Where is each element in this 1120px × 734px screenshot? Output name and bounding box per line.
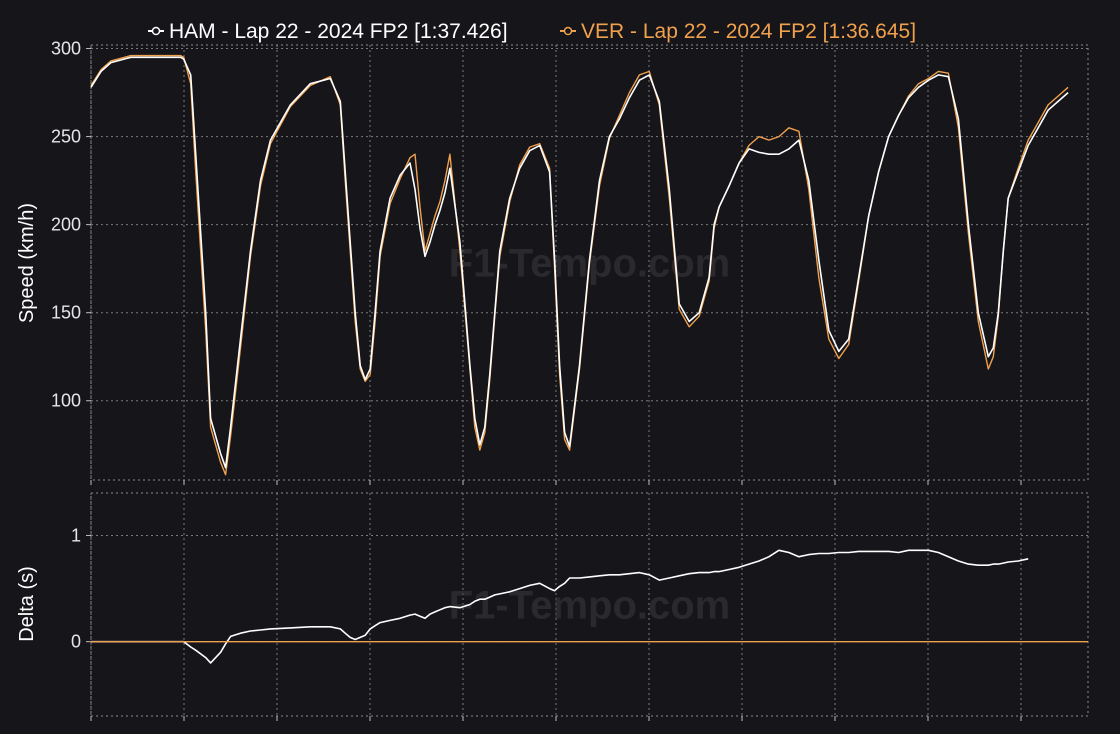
chart-canvas: HAM - Lap 22 - 2024 FP2 [1:37.426] VER - … <box>16 20 1089 721</box>
legend: HAM - Lap 22 - 2024 FP2 [1:37.426] VER - … <box>148 20 916 43</box>
legend-marker-dot-1 <box>151 26 161 36</box>
delta-watermark: F1-Tempo.com <box>449 584 731 628</box>
delta-y-axis-title: Delta (s) <box>16 566 38 642</box>
delta-y-tick-label-2: 1 <box>71 525 81 545</box>
legend-marker-dot-2 <box>563 26 573 36</box>
speed-panel: 100150200250300Speed (km/h) F1-Tempo.com <box>16 39 1089 485</box>
speed-y-tick-label-4: 250 <box>51 127 81 147</box>
speed-y-axis-title: Speed (km/h) <box>16 203 38 323</box>
speed-y-tick-label-1: 100 <box>51 391 81 411</box>
telemetry-comparison-chart: HAM - Lap 22 - 2024 FP2 [1:37.426] VER - … <box>0 0 1120 729</box>
legend-label-2: VER - Lap 22 - 2024 FP2 [1:36.645] <box>581 20 916 43</box>
speed-y-tick-label-2: 150 <box>51 303 81 323</box>
delta-panel: 0 1 Delta (s) F1-Tempo.com <box>16 492 1089 721</box>
legend-label-1: HAM - Lap 22 - 2024 FP2 [1:37.426] <box>169 20 508 43</box>
delta-y-tick-label-1: 0 <box>71 632 81 652</box>
speed-y-tick-label-5: 300 <box>51 39 81 59</box>
speed-y-tick-label-3: 200 <box>51 215 81 235</box>
